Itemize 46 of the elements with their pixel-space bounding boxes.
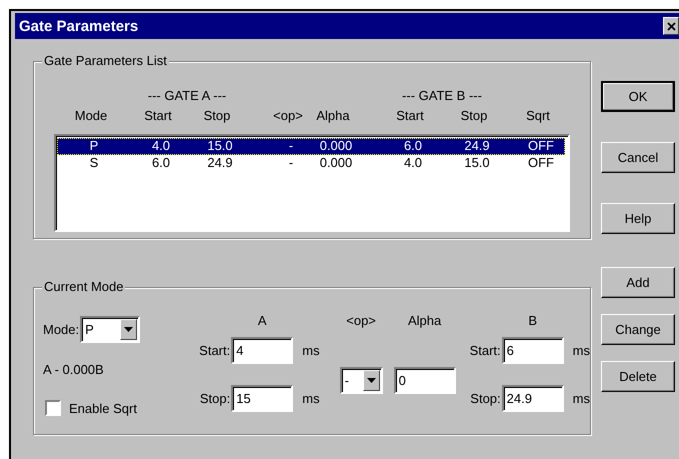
column-header: Mode [74,108,108,125]
input-field[interactable]: 6 [502,336,564,364]
mode-dropdown[interactable]: P [80,316,140,343]
group-title: Gate Parameters List [42,53,169,68]
dialog-button[interactable]: Delete [601,361,675,392]
column-header: Sqrt [525,108,551,125]
checkbox-label: Enable Sqrt [69,400,137,416]
column-group-header: --- GATE B --- [401,88,483,105]
dialog-button[interactable]: Change [601,314,675,345]
column-header: <op> [272,108,304,125]
column-header: Start [395,108,425,125]
close-icon[interactable] [663,17,679,35]
input-field[interactable]: 15 [231,384,294,412]
unit-label: ms [572,390,590,406]
list-row[interactable]: S 6.0 24.9 - 0.000 4.0 15.0 OFF [57,155,565,172]
field-label: Start: [199,342,230,358]
input-field[interactable]: 4 [231,336,294,364]
column-header: Alpha [315,108,351,125]
expression-text: A - 0.000B [43,362,105,377]
operator-dropdown[interactable]: - [340,367,383,394]
group-title: Current Mode [42,279,126,294]
checkbox[interactable] [45,400,61,416]
field-label: Stop: [199,390,230,406]
input-field[interactable]: 24.9 [502,384,564,412]
list-row[interactable]: P 4.0 15.0 - 0.000 6.0 24.9 OFF [57,138,565,155]
field-label: Start: [470,342,501,358]
unit-label: ms [301,390,320,406]
column-header: Stop [460,108,488,125]
dialog-button[interactable]: Cancel [601,142,675,173]
field-label: Stop: [470,390,501,406]
column-label: <op> [346,312,376,330]
dialog-button[interactable]: Help [601,203,675,234]
mode-label: Mode: [43,322,80,337]
dialog-button[interactable]: Add [601,267,675,298]
column-label: A [256,312,268,328]
gate-list[interactable]: P 4.0 15.0 - 0.000 6.0 24.9 OFF S 6.0 24.9 - 0.000 4.0 15.0 OFF [54,134,570,232]
window-title: Gate Parameters [19,18,138,34]
column-label: Alpha [408,312,442,330]
column-header: Start [143,108,173,125]
column-header: Stop [202,108,232,125]
unit-label: ms [301,342,320,358]
unit-label: ms [572,342,590,358]
input-field[interactable]: 0 [394,367,456,394]
column-group-header: --- GATE A --- [146,88,228,105]
dialog-button[interactable]: OK [601,81,675,112]
column-label: B [527,312,538,328]
